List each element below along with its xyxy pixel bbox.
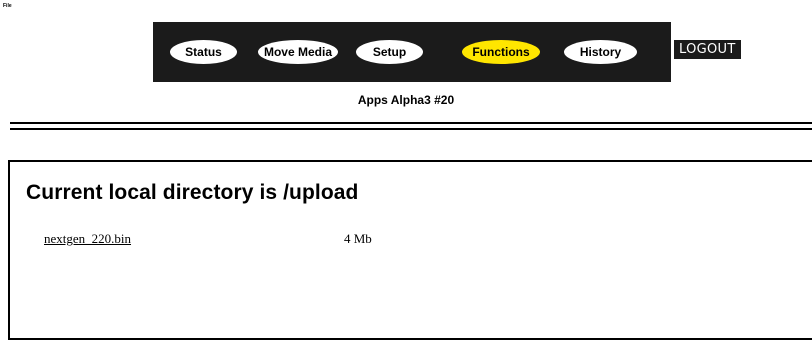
- directory-heading: Current local directory is /upload: [26, 181, 359, 204]
- top-nav-bar: Status Move Media Setup Functions Histor…: [153, 22, 671, 82]
- logout-button[interactable]: LOGOUT: [674, 40, 741, 59]
- divider-bottom: [10, 128, 812, 130]
- nav-status-button[interactable]: Status: [170, 40, 237, 64]
- nav-move-media-button[interactable]: Move Media: [258, 40, 338, 64]
- file-row: nextgen_220.bin 4 Mb: [44, 231, 372, 247]
- divider-top: [10, 122, 812, 124]
- directory-panel: Current local directory is /upload nextg…: [8, 160, 812, 340]
- file-link[interactable]: nextgen_220.bin: [44, 231, 131, 246]
- nav-setup-button[interactable]: Setup: [356, 40, 423, 64]
- nav-history-button[interactable]: History: [564, 40, 637, 64]
- nav-functions-button[interactable]: Functions: [462, 40, 540, 64]
- file-size: 4 Mb: [344, 231, 372, 246]
- device-name: Apps Alpha3 #20: [357, 93, 455, 107]
- file-menu[interactable]: File: [3, 3, 12, 9]
